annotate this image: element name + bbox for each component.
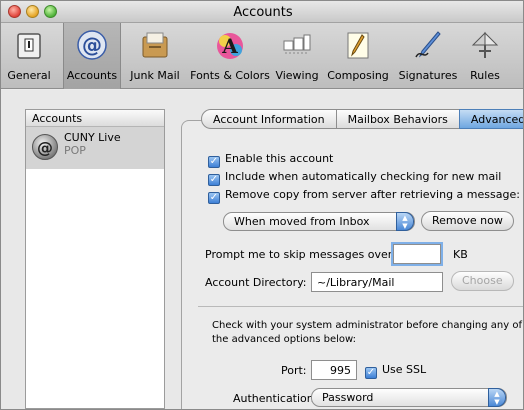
kb-label: KB <box>453 248 468 261</box>
toolbar-label: Composing <box>327 69 389 82</box>
checkbox-label: Include when automatically checking for … <box>225 170 502 183</box>
accounts-list: Accounts @ CUNY Live POP <box>25 109 165 409</box>
at-sign-icon: @ <box>32 134 58 160</box>
include-check-checkbox[interactable]: ✓ Include when automatically checking for… <box>208 170 501 186</box>
port-label: Port: <box>281 364 307 377</box>
account-tabs: Account Information Mailbox Behaviors Ad… <box>201 109 523 129</box>
viewing-icon <box>283 34 311 54</box>
accounts-window: Accounts General @ Accounts Junk Mail A … <box>0 0 524 410</box>
account-name: CUNY Live <box>64 131 121 144</box>
fonts-colors-icon: A <box>217 33 243 59</box>
remove-copy-checkbox[interactable]: ✓ Remove copy from server after retrievin… <box>208 188 520 204</box>
port-field[interactable]: 995 <box>311 360 357 380</box>
at-sign-icon: @ <box>77 30 107 60</box>
checkbox-label: Remove copy from server after retrieving… <box>225 188 520 201</box>
svg-text:@: @ <box>82 33 102 57</box>
account-row[interactable]: @ CUNY Live POP <box>26 127 164 169</box>
tab-account-information[interactable]: Account Information <box>201 109 337 129</box>
account-type: POP <box>64 144 86 157</box>
general-icon <box>17 33 41 59</box>
admin-warning: Check with your system administrator bef… <box>212 320 522 345</box>
svg-text:A: A <box>221 34 238 58</box>
authentication-label: Authentication: <box>233 392 318 405</box>
account-directory-field[interactable]: ~/Library/Mail <box>311 272 443 292</box>
updown-arrows-icon: ▲ ▼ <box>488 388 506 407</box>
section-divider <box>198 306 523 307</box>
toolbar-label: Accounts <box>66 69 118 82</box>
toolbar-item-signatures[interactable]: Signatures <box>395 23 461 89</box>
accounts-list-header: Accounts <box>26 110 164 127</box>
updown-arrows-icon: ▲ ▼ <box>396 212 414 231</box>
preferences-toolbar: General @ Accounts Junk Mail A Fonts & C… <box>1 23 523 89</box>
rules-icon <box>471 31 499 58</box>
checkbox-label: Enable this account <box>225 152 334 165</box>
account-directory-label: Account Directory: <box>205 276 307 289</box>
choose-button[interactable]: Choose <box>451 271 514 291</box>
composing-icon <box>347 32 369 59</box>
window-title: Accounts <box>233 5 293 20</box>
signatures-icon <box>415 31 441 58</box>
toolbar-item-viewing[interactable]: Viewing <box>273 23 321 89</box>
toolbar-item-accounts[interactable]: @ Accounts <box>63 23 121 89</box>
checkmark-icon: ✓ <box>208 192 220 204</box>
toolbar-item-composing[interactable]: Composing <box>323 23 393 89</box>
junk-mail-icon <box>142 32 168 58</box>
prompt-label: Prompt me to skip messages over <box>205 248 393 261</box>
toolbar-item-fonts-colors[interactable]: A Fonts & Colors <box>189 23 271 89</box>
toolbar-label: Signatures <box>398 69 458 82</box>
checkbox-label: Use SSL <box>382 363 427 376</box>
toolbar-label: Junk Mail <box>130 69 180 82</box>
popup-value: When moved from Inbox <box>234 215 370 228</box>
checkmark-icon: ✓ <box>208 156 220 168</box>
toolbar-label: Rules <box>470 69 500 82</box>
toolbar-label: General <box>7 69 51 82</box>
tab-advanced[interactable]: Advanced <box>458 109 523 129</box>
remove-now-button[interactable]: Remove now <box>421 211 514 231</box>
checkmark-icon: ✓ <box>365 367 377 379</box>
toolbar-label: Fonts & Colors <box>190 69 270 82</box>
toolbar-item-general[interactable]: General <box>1 23 57 89</box>
checkmark-icon: ✓ <box>208 174 220 186</box>
title-bar[interactable]: Accounts <box>1 1 523 23</box>
enable-account-checkbox[interactable]: ✓ Enable this account <box>208 152 333 168</box>
remove-when-popup[interactable]: When moved from Inbox ▲ ▼ <box>223 212 415 231</box>
toolbar-item-junk-mail[interactable]: Junk Mail <box>123 23 187 89</box>
accounts-pane: Accounts @ CUNY Live POP Account Informa… <box>1 90 523 409</box>
popup-value: Password <box>322 391 374 404</box>
use-ssl-checkbox[interactable]: ✓ Use SSL <box>365 363 426 379</box>
tab-mailbox-behaviors[interactable]: Mailbox Behaviors <box>335 109 460 129</box>
toolbar-item-rules[interactable]: Rules <box>463 23 507 89</box>
toolbar-label: Viewing <box>275 69 319 82</box>
skip-size-field[interactable] <box>393 244 441 264</box>
authentication-popup[interactable]: Password ▲ ▼ <box>311 388 507 407</box>
